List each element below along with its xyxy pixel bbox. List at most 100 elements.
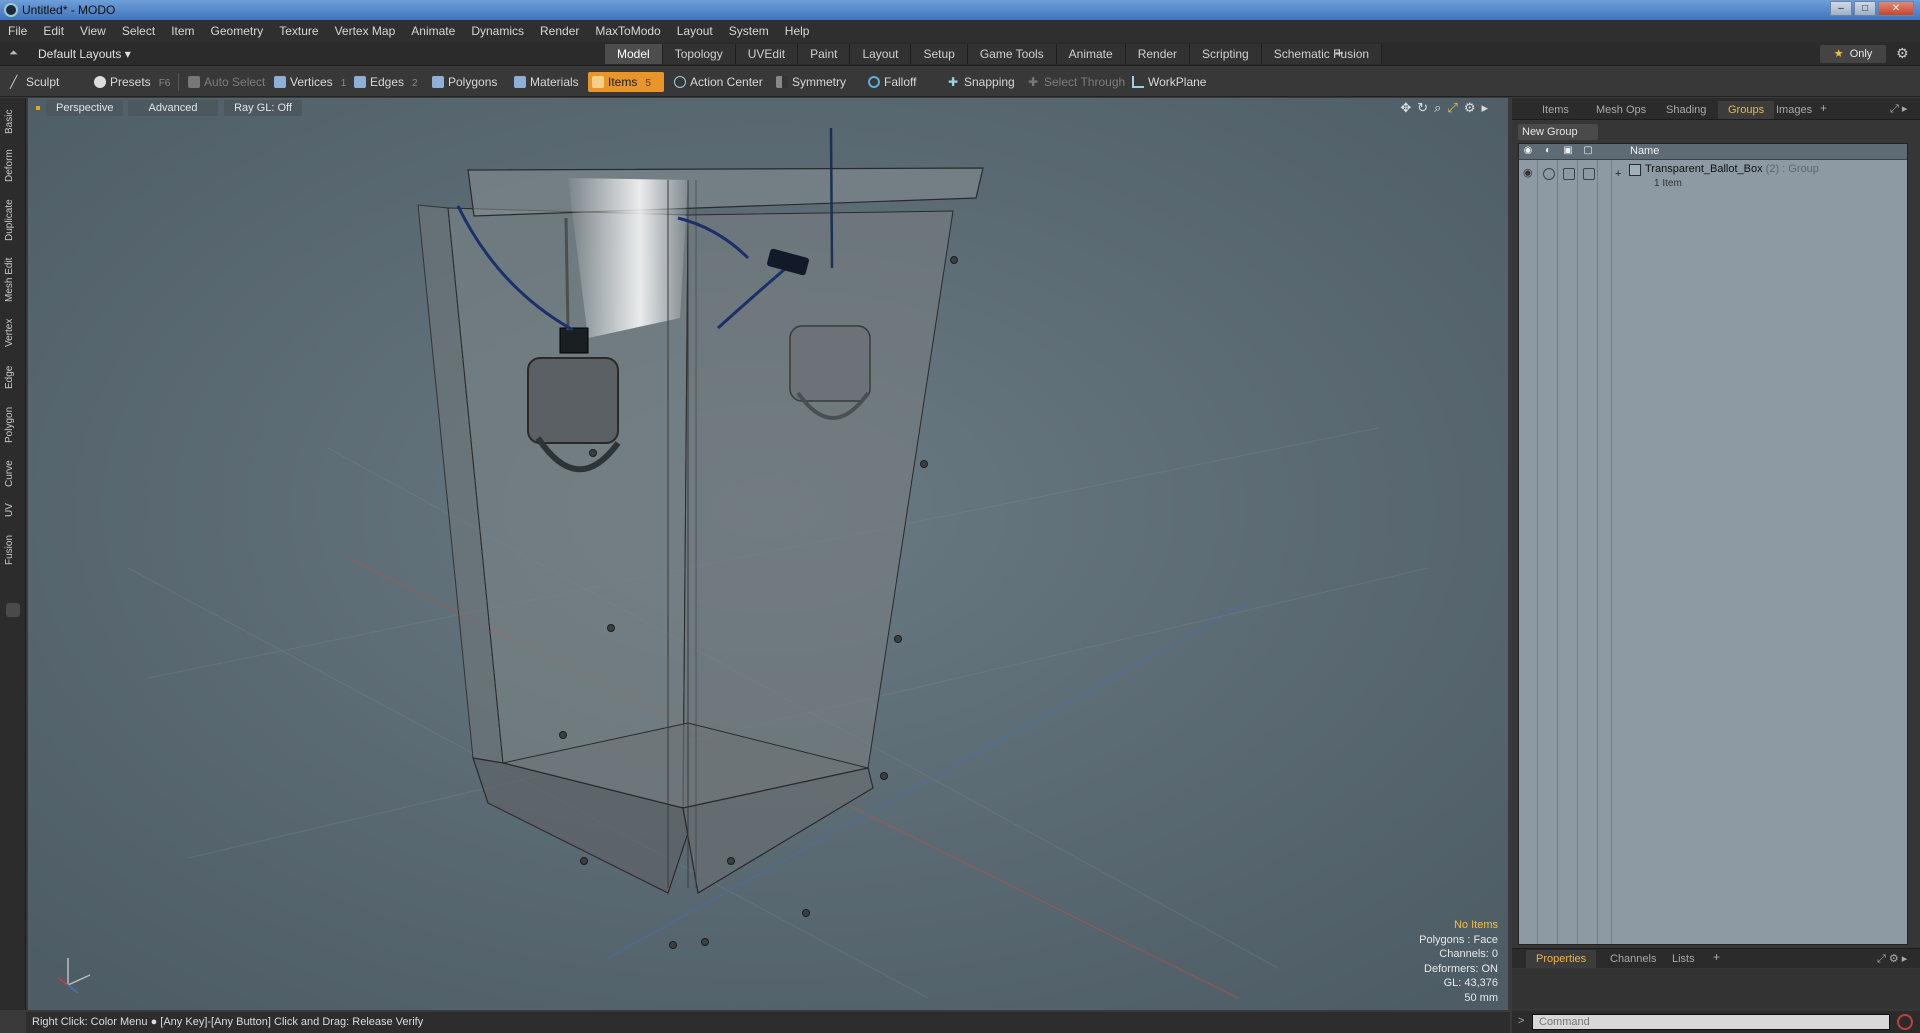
left-tab-curve[interactable]: Curve [4, 456, 22, 492]
gear-icon[interactable]: ⚙ [1896, 45, 1909, 62]
lock-column-icon[interactable]: ▣ [1561, 145, 1575, 159]
tab-animate[interactable]: Animate [1056, 44, 1126, 64]
render-column-icon[interactable]: ◐ [1541, 145, 1555, 159]
falloff-button[interactable]: Falloff [864, 72, 922, 92]
select-toggle[interactable] [1583, 168, 1595, 180]
sculpt-button[interactable]: ╱ Sculpt [6, 72, 65, 92]
lock-toggle[interactable] [1563, 168, 1575, 180]
menu-system[interactable]: System [721, 24, 777, 38]
window-title: Untitled* - MODO [22, 3, 116, 17]
render-toggle[interactable] [1543, 168, 1555, 180]
menu-vertex-map[interactable]: Vertex Map [327, 24, 404, 38]
panel-expand-icon[interactable]: ⤢ ▸ [1890, 102, 1907, 116]
zoom-icon[interactable]: ⌕ [1434, 100, 1441, 116]
only-button[interactable]: ★ Only [1820, 45, 1886, 63]
raygl-toggle[interactable]: Ray GL: Off [224, 100, 302, 116]
symmetry-button[interactable]: Symmetry [772, 72, 852, 92]
snapping-button[interactable]: ✚ Snapping [944, 72, 1021, 92]
command-stop-icon[interactable] [1897, 1014, 1913, 1030]
properties-expand-icon[interactable]: ⤢ ⚙ ▸ [1877, 952, 1907, 966]
tab-scripting[interactable]: Scripting [1190, 44, 1262, 64]
left-tab-polygon[interactable]: Polygon [4, 402, 22, 448]
menu-dynamics[interactable]: Dynamics [463, 24, 532, 38]
new-group-button[interactable]: New Group [1518, 124, 1598, 140]
menu-select[interactable]: Select [114, 24, 163, 38]
tab-render[interactable]: Render [1125, 44, 1191, 64]
menu-texture[interactable]: Texture [271, 24, 326, 38]
command-history-icon[interactable]: > [1518, 1015, 1524, 1027]
left-tab-vertex[interactable]: Vertex [4, 314, 22, 352]
left-tab-mesh-edit[interactable]: Mesh Edit [4, 254, 22, 306]
tab-lists[interactable]: Lists [1662, 950, 1705, 968]
tab-shading[interactable]: Shading [1656, 101, 1716, 119]
auto-select-button[interactable]: Auto Select [184, 72, 271, 92]
shading-mode-dropdown[interactable]: Advanced [128, 100, 218, 116]
tab-layout[interactable]: Layout [850, 44, 912, 64]
menu-view[interactable]: View [72, 24, 114, 38]
expand-icon[interactable]: + [1615, 168, 1621, 180]
maximize-button[interactable]: □ [1854, 1, 1876, 16]
tab-model[interactable]: Model [605, 44, 663, 64]
left-tab-basic[interactable]: Basic [4, 104, 22, 140]
tab-setup[interactable]: Setup [911, 44, 968, 64]
vertices-button[interactable]: Vertices 1 [270, 72, 352, 92]
items-button[interactable]: Items 5 [588, 72, 664, 92]
fit-view-icon[interactable]: ⤢ [1447, 100, 1457, 116]
rotate-icon[interactable]: ↻ [1417, 100, 1428, 116]
viewport-expand-icon[interactable]: ▸ [1481, 100, 1488, 116]
tab-channels[interactable]: Channels [1600, 950, 1666, 968]
tab-items[interactable]: Items [1532, 101, 1579, 119]
minimize-button[interactable]: – [1830, 1, 1852, 16]
select-through-button[interactable]: ✚ Select Through [1024, 72, 1131, 92]
viewport-menu-icon[interactable] [36, 106, 40, 110]
left-tab-edge[interactable]: Edge [4, 360, 22, 394]
tab-uvedit[interactable]: UVEdit [735, 44, 799, 64]
close-button[interactable]: ✕ [1878, 1, 1914, 16]
menu-item[interactable]: Item [163, 24, 202, 38]
panel-collapse-handle[interactable] [6, 603, 20, 617]
group-name[interactable]: Transparent_Ballot_Box (2) : Group [1645, 163, 1819, 175]
view-type-dropdown[interactable]: Perspective [46, 100, 124, 116]
command-input[interactable]: Command [1532, 1014, 1890, 1030]
viewport-settings-icon[interactable]: ⚙ [1464, 100, 1476, 116]
menu-help[interactable]: Help [777, 24, 818, 38]
select-column-icon[interactable]: ▢ [1581, 145, 1595, 159]
left-tab-duplicate[interactable]: Duplicate [4, 194, 22, 246]
left-tab-fusion[interactable]: Fusion [4, 530, 22, 570]
menu-animate[interactable]: Animate [403, 24, 463, 38]
add-properties-tab-button[interactable]: + [1713, 950, 1720, 964]
left-tab-deform[interactable]: Deform [4, 146, 22, 186]
add-panel-tab-button[interactable]: + [1820, 101, 1827, 115]
edges-icon [354, 76, 366, 88]
materials-button[interactable]: Materials [510, 72, 585, 92]
tab-game-tools[interactable]: Game Tools [967, 44, 1057, 64]
tab-schematic-fusion[interactable]: Schematic Fusion [1261, 44, 1383, 64]
pan-icon[interactable]: ✥ [1400, 100, 1411, 116]
menu-maxtomodo[interactable]: MaxToModo [587, 24, 668, 38]
tab-images[interactable]: Images [1766, 101, 1822, 119]
menu-edit[interactable]: Edit [35, 24, 72, 38]
action-center-button[interactable]: Action Center [670, 72, 769, 92]
tab-topology[interactable]: Topology [662, 44, 736, 64]
layouts-up-icon[interactable]: ⏶ [9, 47, 21, 59]
add-tab-button[interactable]: + [1335, 45, 1344, 62]
menu-layout[interactable]: Layout [669, 24, 721, 38]
workplane-button[interactable]: WorkPlane [1128, 72, 1212, 92]
menu-geometry[interactable]: Geometry [203, 24, 272, 38]
menu-file[interactable]: File [0, 24, 35, 38]
tab-paint[interactable]: Paint [798, 44, 851, 64]
default-layouts-dropdown[interactable]: Default Layouts ▾ [38, 47, 131, 61]
name-column-header[interactable]: Name [1630, 145, 1659, 157]
menu-render[interactable]: Render [532, 24, 587, 38]
3d-viewport[interactable]: Perspective Advanced Ray GL: Off ✥ ↻ ⌕ ⤢… [28, 98, 1508, 1010]
group-row[interactable]: ◉ + Transparent_Ballot_Box (2) : Group 1… [1519, 162, 1907, 192]
tab-mesh-ops[interactable]: Mesh Ops [1586, 101, 1656, 119]
visibility-column-icon[interactable]: ◉ [1521, 145, 1535, 159]
presets-button[interactable]: Presets F6 [90, 72, 176, 92]
visibility-eye-icon[interactable]: ◉ [1523, 166, 1533, 179]
polygons-button[interactable]: Polygons [428, 72, 503, 92]
properties-panel [1512, 969, 1920, 1009]
left-tab-uv[interactable]: UV [4, 498, 22, 522]
tab-properties[interactable]: Properties [1526, 950, 1597, 968]
edges-button[interactable]: Edges 2 [350, 72, 424, 92]
